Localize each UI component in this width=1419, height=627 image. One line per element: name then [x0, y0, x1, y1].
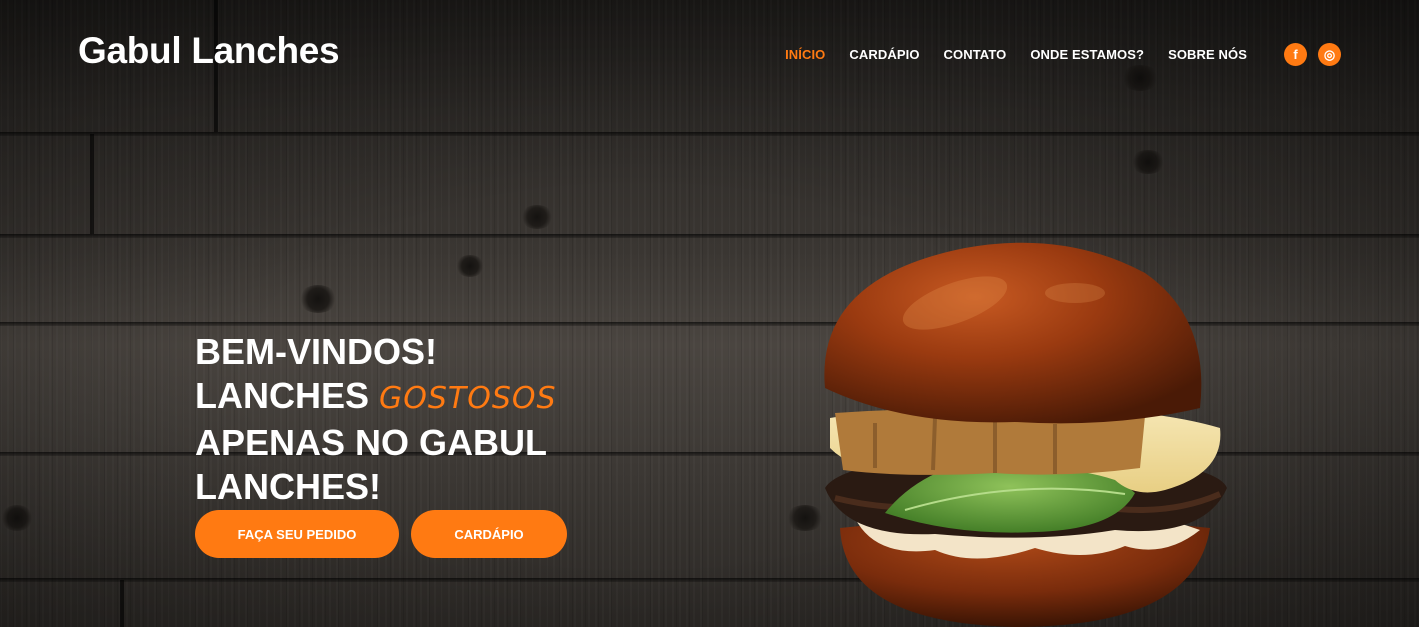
hero-line-2-text: LANCHES: [195, 375, 380, 416]
main-nav: INÍCIO CARDÁPIO CONTATO ONDE ESTAMOS? SO…: [761, 43, 1341, 66]
menu-button[interactable]: CARDÁPIO: [411, 510, 567, 558]
site-logo[interactable]: Gabul Lanches: [78, 30, 340, 72]
nav-item-onde-estamos[interactable]: ONDE ESTAMOS?: [1030, 47, 1144, 62]
hero-heading: BEM-VINDOS! LANCHES GOSTOSOS APENAS NO G…: [195, 330, 557, 509]
hero-line-3: APENAS NO GABUL: [195, 422, 548, 463]
facebook-icon[interactable]: f: [1284, 43, 1307, 66]
nav-item-sobre-nos[interactable]: SOBRE NÓS: [1168, 47, 1247, 62]
instagram-icon[interactable]: ◎: [1318, 43, 1341, 66]
hero-line-4: LANCHES!: [195, 466, 381, 507]
burger-image: [824, 242, 1227, 627]
nav-item-inicio[interactable]: INÍCIO: [785, 47, 825, 62]
nav-item-contato[interactable]: CONTATO: [944, 47, 1007, 62]
hero-line-2: LANCHES GOSTOSOS: [195, 374, 557, 421]
hero-line-1: BEM-VINDOS!: [195, 331, 437, 372]
order-button[interactable]: FAÇA SEU PEDIDO: [195, 510, 399, 558]
social-links: f ◎: [1273, 43, 1341, 66]
hero-accent-word: GOSTOSOS: [379, 381, 557, 416]
nav-item-cardapio[interactable]: CARDÁPIO: [849, 47, 919, 62]
